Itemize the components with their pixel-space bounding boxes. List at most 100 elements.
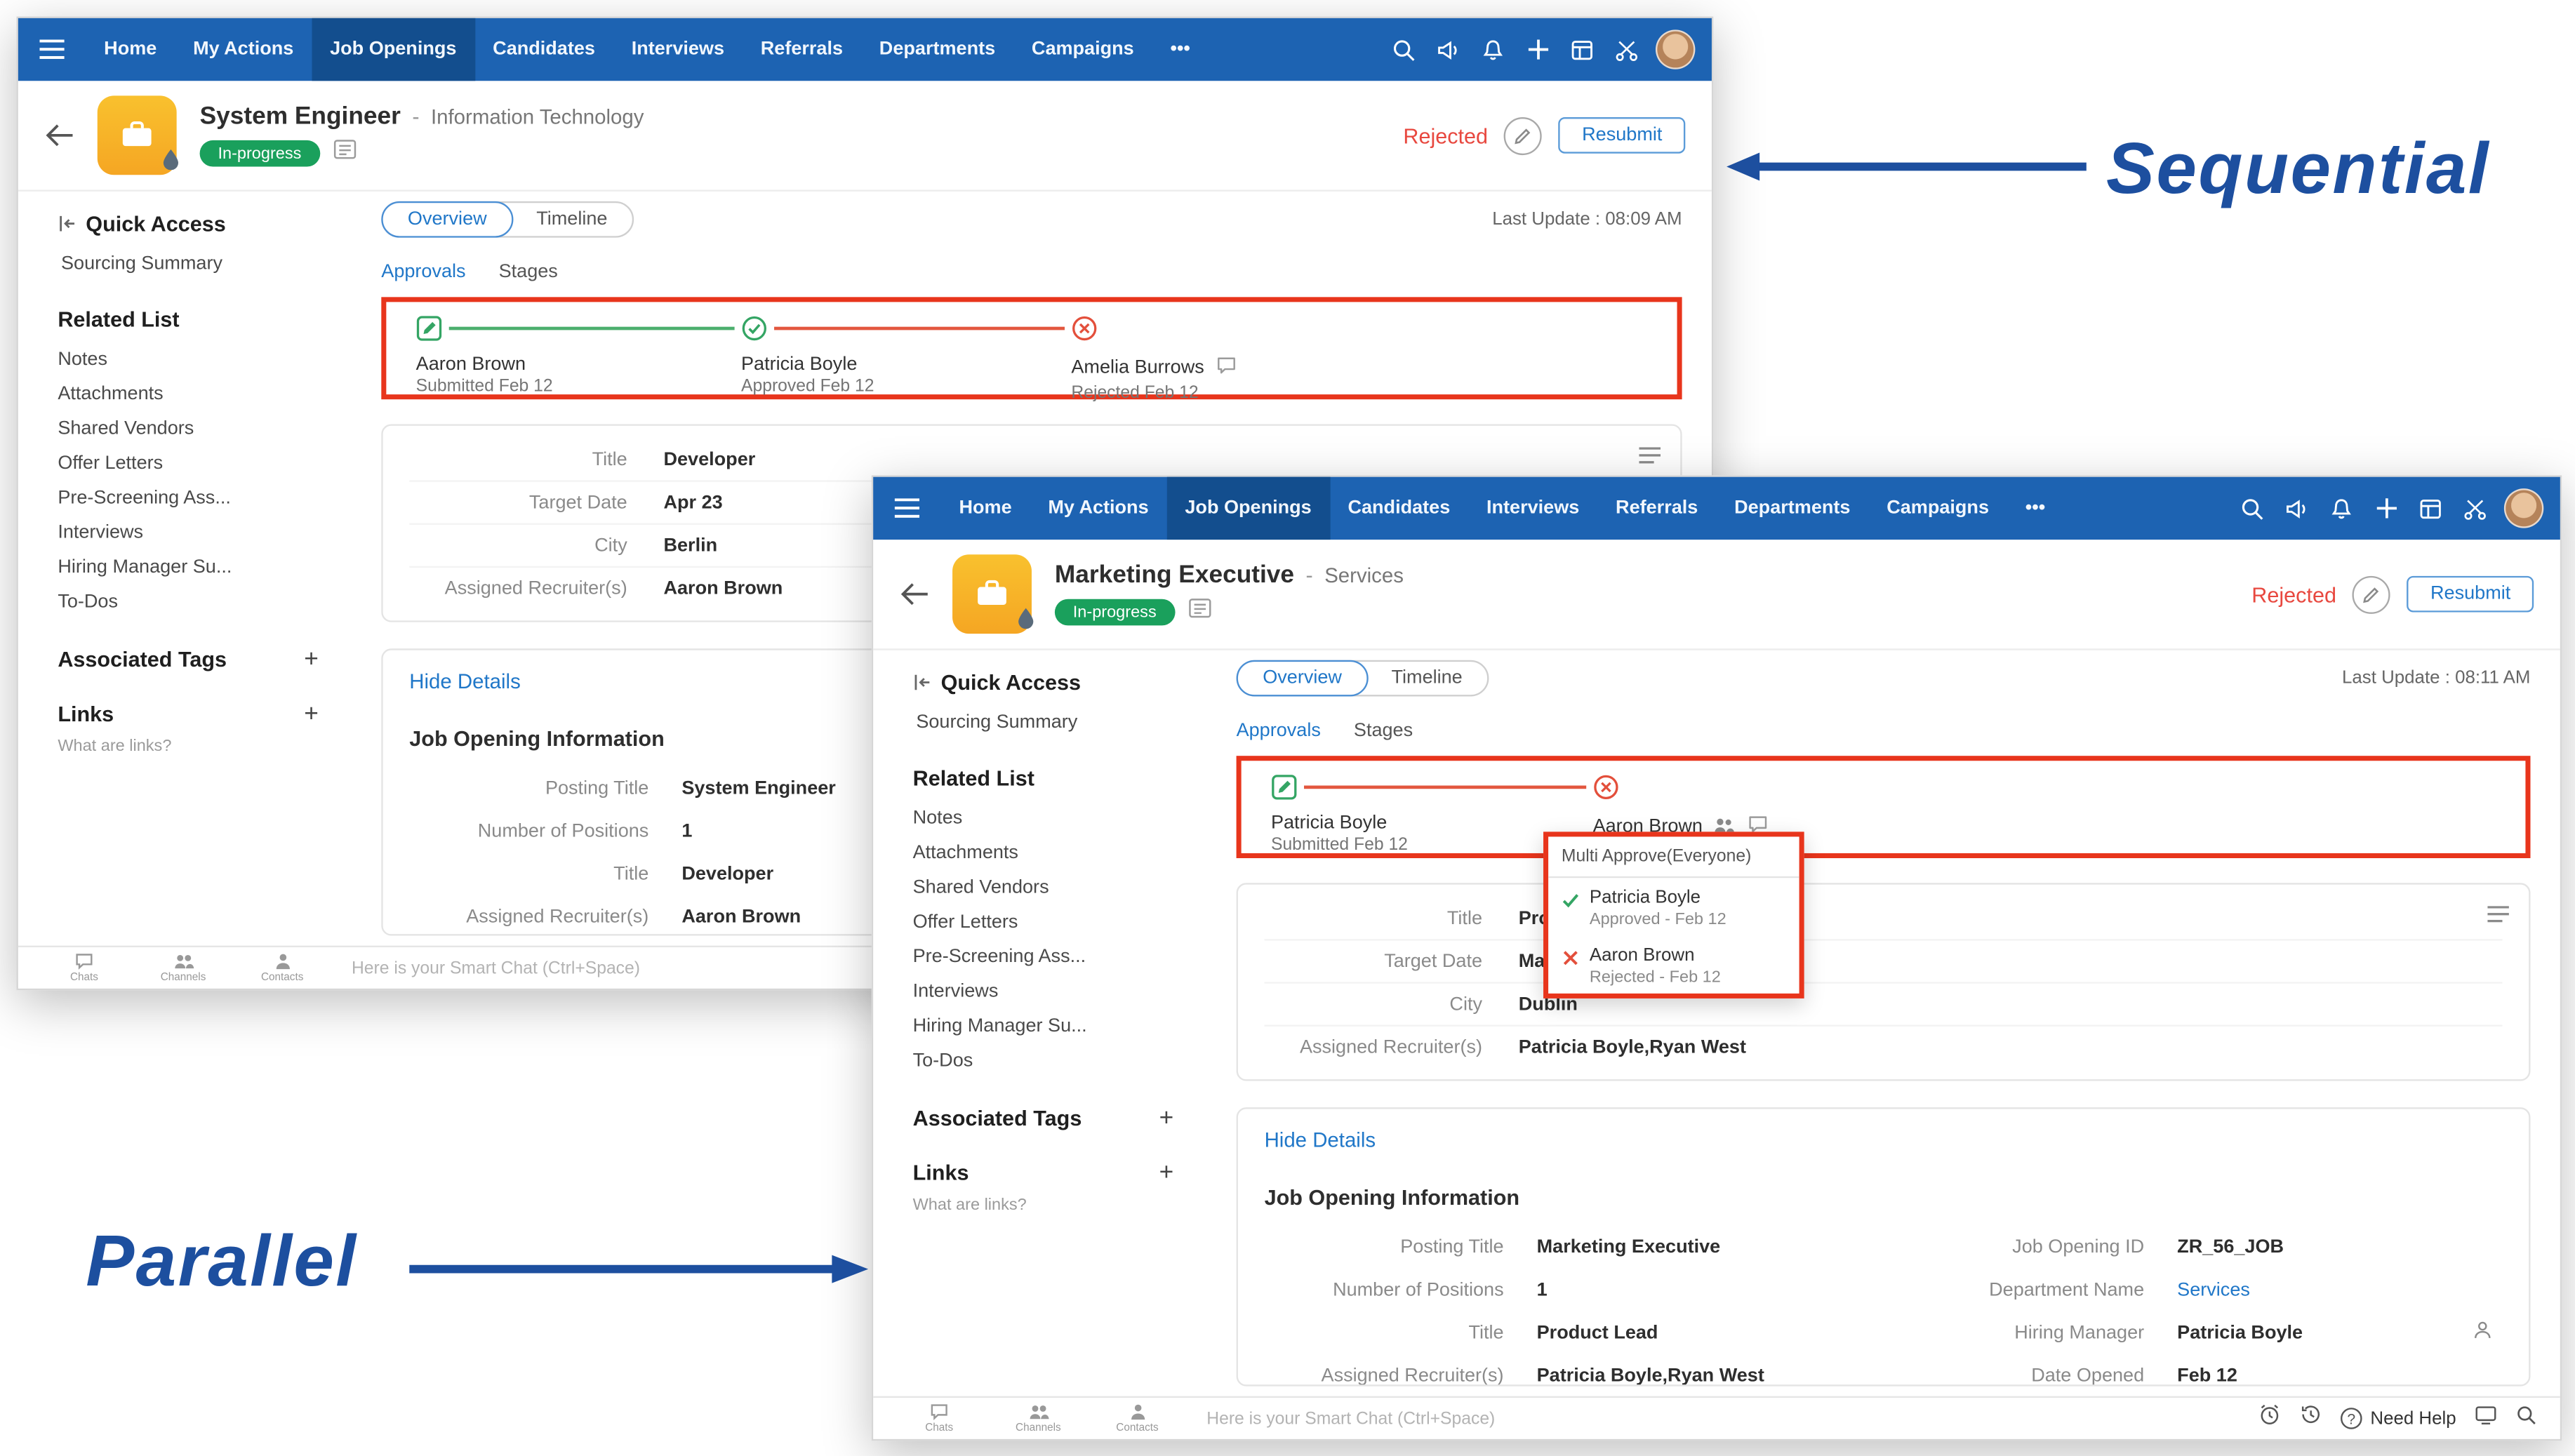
nav-candidates[interactable]: Candidates	[474, 18, 613, 81]
back-button[interactable]	[45, 123, 74, 147]
nav-my-actions[interactable]: My Actions	[175, 18, 312, 81]
sidebar-item-pre-screening[interactable]: Pre-Screening Ass...	[913, 939, 1207, 973]
search-icon[interactable]	[2230, 477, 2275, 540]
tab-timeline[interactable]: Timeline	[512, 203, 632, 236]
field-value: Apr 23	[663, 493, 722, 512]
nav-home[interactable]: Home	[941, 477, 1030, 540]
sidebar-item-shared-vendors[interactable]: Shared Vendors	[58, 411, 352, 446]
nav-candidates[interactable]: Candidates	[1330, 477, 1469, 540]
sidebar-item-to-dos[interactable]: To-Dos	[58, 585, 352, 619]
sidebar-item-attachments[interactable]: Attachments	[913, 835, 1207, 869]
resubmit-button[interactable]: Resubmit	[2407, 576, 2534, 613]
nav-my-actions[interactable]: My Actions	[1030, 477, 1166, 540]
back-button[interactable]	[900, 582, 929, 606]
menu-icon[interactable]	[873, 477, 940, 540]
sidebar-item-offer-letters[interactable]: Offer Letters	[913, 904, 1207, 939]
nav-departments[interactable]: Departments	[861, 18, 1013, 81]
need-help-button[interactable]: ? Need Help	[2341, 1408, 2456, 1429]
channels-button[interactable]: Channels	[134, 952, 233, 984]
tab-approvals[interactable]: Approvals	[381, 262, 465, 282]
sidebar-item-attachments[interactable]: Attachments	[58, 376, 352, 410]
search-icon[interactable]	[2515, 1403, 2537, 1433]
comment-icon[interactable]	[1214, 355, 1237, 382]
what-are-links-link[interactable]: What are links?	[913, 1196, 1207, 1215]
sidebar-item-hiring-manager[interactable]: Hiring Manager Su...	[58, 549, 352, 584]
collapse-sidebar-icon[interactable]	[58, 215, 76, 233]
notifications-icon[interactable]	[1471, 18, 1516, 81]
nav-more[interactable]: •••	[1152, 18, 1209, 81]
apps-icon[interactable]	[1560, 18, 1605, 81]
sidebar-item-notes[interactable]: Notes	[913, 801, 1207, 835]
chats-button[interactable]: Chats	[890, 1403, 989, 1434]
bottom-dock: Chats Channels Contacts Here is your Sma…	[873, 1396, 2560, 1439]
tab-approvals[interactable]: Approvals	[1237, 721, 1321, 741]
nav-home[interactable]: Home	[86, 18, 175, 81]
channels-button[interactable]: Channels	[989, 1403, 1088, 1434]
sidebar-item-hiring-manager[interactable]: Hiring Manager Su...	[913, 1008, 1207, 1043]
nav-interviews[interactable]: Interviews	[613, 18, 743, 81]
card-menu-icon[interactable]	[2487, 901, 2509, 930]
sidebar-item-interviews[interactable]: Interviews	[913, 974, 1207, 1008]
notifications-icon[interactable]	[2319, 477, 2364, 540]
department-link[interactable]: Services	[2177, 1281, 2250, 1300]
nav-referrals[interactable]: Referrals	[1597, 477, 1716, 540]
notes-icon[interactable]	[333, 139, 356, 168]
reminder-icon[interactable]	[2258, 1403, 2281, 1434]
nav-more[interactable]: •••	[2007, 477, 2063, 540]
menu-icon[interactable]	[18, 18, 86, 81]
collapse-sidebar-icon[interactable]	[913, 674, 931, 692]
field-value: ZR_56_JOB	[2177, 1238, 2284, 1257]
add-tag-button[interactable]: +	[304, 646, 319, 674]
nav-campaigns[interactable]: Campaigns	[1868, 477, 2007, 540]
scissors-icon[interactable]	[2453, 477, 2498, 540]
tab-timeline[interactable]: Timeline	[1366, 662, 1487, 695]
nav-interviews[interactable]: Interviews	[1468, 477, 1597, 540]
submitted-icon	[416, 315, 553, 349]
search-icon[interactable]	[1382, 18, 1427, 81]
avatar[interactable]	[1656, 29, 1695, 69]
person-icon[interactable]	[2473, 1318, 2492, 1348]
tab-stages[interactable]: Stages	[1354, 721, 1413, 741]
nav-referrals[interactable]: Referrals	[743, 18, 861, 81]
sidebar-item-interviews[interactable]: Interviews	[58, 515, 352, 549]
smart-chat-input[interactable]: Here is your Smart Chat (Ctrl+Space)	[352, 958, 640, 977]
nav-campaigns[interactable]: Campaigns	[1013, 18, 1152, 81]
sidebar-item-notes[interactable]: Notes	[58, 342, 352, 376]
add-link-button[interactable]: +	[304, 700, 319, 728]
sidebar-item-sourcing-summary[interactable]: Sourcing Summary	[913, 704, 1207, 739]
sidebar-item-shared-vendors[interactable]: Shared Vendors	[913, 869, 1207, 904]
associated-tags-heading: Associated Tags +	[913, 1104, 1207, 1132]
edit-approval-icon[interactable]	[1505, 116, 1543, 154]
contacts-button[interactable]: Contacts	[1088, 1403, 1187, 1434]
nav-job-openings[interactable]: Job Openings	[312, 18, 474, 81]
add-tag-button[interactable]: +	[1159, 1104, 1174, 1132]
avatar[interactable]	[2504, 488, 2543, 528]
feedback-icon[interactable]	[2475, 1403, 2498, 1433]
sidebar-item-sourcing-summary[interactable]: Sourcing Summary	[58, 246, 352, 280]
add-icon[interactable]	[1515, 18, 1560, 81]
announcement-icon[interactable]	[2275, 477, 2320, 540]
sidebar-item-to-dos[interactable]: To-Dos	[913, 1043, 1207, 1077]
sidebar-item-pre-screening[interactable]: Pre-Screening Ass...	[58, 480, 352, 514]
card-menu-icon[interactable]	[1639, 442, 1661, 472]
hide-details-link[interactable]: Hide Details	[1265, 1129, 2503, 1152]
history-icon[interactable]	[2299, 1403, 2322, 1434]
smart-chat-input[interactable]: Here is your Smart Chat (Ctrl+Space)	[1206, 1408, 1495, 1428]
notes-icon[interactable]	[1187, 597, 1211, 627]
tab-stages[interactable]: Stages	[499, 262, 558, 282]
sidebar-item-offer-letters[interactable]: Offer Letters	[58, 446, 352, 480]
tab-overview[interactable]: Overview	[381, 201, 513, 238]
what-are-links-link[interactable]: What are links?	[58, 737, 352, 756]
contacts-button[interactable]: Contacts	[233, 952, 332, 984]
nav-job-openings[interactable]: Job Openings	[1167, 477, 1330, 540]
tab-overview[interactable]: Overview	[1237, 660, 1369, 697]
apps-icon[interactable]	[2408, 477, 2453, 540]
resubmit-button[interactable]: Resubmit	[1559, 117, 1685, 154]
announcement-icon[interactable]	[1426, 18, 1471, 81]
nav-departments[interactable]: Departments	[1716, 477, 1868, 540]
add-link-button[interactable]: +	[1159, 1158, 1174, 1187]
edit-approval-icon[interactable]	[2353, 575, 2390, 613]
chats-button[interactable]: Chats	[34, 952, 133, 984]
scissors-icon[interactable]	[1604, 18, 1649, 81]
add-icon[interactable]	[2364, 477, 2409, 540]
